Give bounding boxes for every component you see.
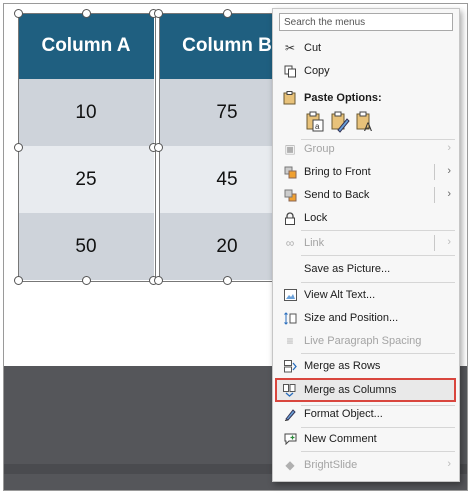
menu-label: BrightSlide — [304, 459, 358, 471]
resize-handle[interactable] — [223, 9, 232, 18]
menu-label: Bring to Front — [304, 166, 371, 178]
menu-separator — [301, 230, 455, 231]
resize-handle[interactable] — [154, 143, 163, 152]
resize-handle[interactable] — [82, 276, 91, 285]
split-divider — [434, 235, 435, 251]
link-icon: ∞ — [285, 236, 295, 250]
menu-item-save-as-picture[interactable]: Save as Picture... — [273, 258, 459, 280]
menu-item-new-comment[interactable]: New Comment — [273, 428, 459, 450]
menu-item-merge-as-columns[interactable]: Merge as Columns — [273, 379, 459, 401]
menu-item-brightslide: ◆ BrightSlide › — [273, 454, 459, 476]
format-object-icon — [283, 407, 297, 421]
context-menu: Search the menus ✂ Cut Copy Paste Option… — [272, 8, 460, 482]
menu-label: Copy — [304, 65, 330, 77]
resize-handle[interactable] — [14, 143, 23, 152]
chevron-right-icon: › — [447, 236, 451, 248]
menu-label: Merge as Columns — [304, 384, 397, 396]
menu-item-live-paragraph-spacing: ≡ Live Paragraph Spacing — [273, 330, 459, 352]
paste-text-only-button[interactable]: A — [355, 111, 375, 134]
menu-label: Size and Position... — [304, 312, 399, 324]
selection-box-a — [18, 13, 156, 282]
chevron-right-icon[interactable]: › — [447, 165, 451, 177]
menu-item-view-alt-text[interactable]: View Alt Text... — [273, 284, 459, 306]
svg-text:a: a — [315, 122, 320, 131]
size-position-icon — [283, 311, 297, 325]
chevron-right-icon: › — [447, 458, 451, 470]
menu-separator — [301, 353, 455, 354]
resize-handle[interactable] — [14, 276, 23, 285]
menu-item-link: ∞ Link › — [273, 232, 459, 254]
menu-label: Link — [304, 237, 325, 249]
menu-item-lock[interactable]: Lock — [273, 207, 459, 229]
menu-separator — [301, 255, 455, 256]
menu-label: View Alt Text... — [304, 289, 376, 301]
lock-icon — [283, 211, 297, 225]
split-divider — [434, 164, 435, 180]
menu-item-send-to-back[interactable]: Send to Back › — [273, 184, 459, 206]
merge-rows-icon — [283, 359, 297, 373]
menu-item-size-position[interactable]: Size and Position... — [273, 307, 459, 329]
brightslide-icon: ◆ — [285, 458, 295, 472]
resize-handle[interactable] — [82, 9, 91, 18]
bring-to-front-icon — [283, 165, 297, 179]
send-to-back-icon — [283, 188, 297, 202]
menu-label: Merge as Rows — [304, 360, 381, 372]
menu-label: Lock — [304, 212, 328, 224]
svg-text:A: A — [364, 120, 372, 133]
scissors-icon: ✂ — [284, 41, 296, 55]
menu-item-format-object[interactable]: Format Object... — [273, 403, 459, 425]
group-icon: ▣ — [284, 142, 296, 156]
menu-item-cut[interactable]: ✂ Cut — [273, 37, 459, 59]
menu-label: Save as Picture... — [304, 263, 391, 275]
resize-handle[interactable] — [154, 276, 163, 285]
menu-label: Send to Back — [304, 189, 370, 201]
menu-label: Live Paragraph Spacing — [304, 335, 422, 347]
menu-separator — [301, 282, 455, 283]
resize-handle[interactable] — [14, 9, 23, 18]
clipboard-icon — [283, 91, 297, 105]
chevron-right-icon[interactable]: › — [447, 188, 451, 200]
menu-item-merge-as-rows[interactable]: Merge as Rows — [273, 355, 459, 377]
resize-handle[interactable] — [223, 276, 232, 285]
menu-label: Format Object... — [304, 408, 383, 420]
menu-separator — [301, 451, 455, 452]
paste-destination-theme-button[interactable] — [330, 111, 350, 133]
alt-text-icon — [283, 288, 297, 302]
copy-icon — [283, 64, 297, 78]
chevron-right-icon: › — [447, 142, 451, 154]
merge-columns-icon — [283, 383, 297, 397]
menu-label: Group — [304, 143, 335, 155]
menu-item-bring-to-front[interactable]: Bring to Front › — [273, 161, 459, 183]
menu-label: Cut — [304, 42, 322, 54]
split-divider — [434, 187, 435, 203]
menu-item-group: ▣ Group › — [273, 138, 459, 160]
menu-item-copy[interactable]: Copy — [273, 60, 459, 82]
menu-label: New Comment — [304, 433, 377, 445]
comment-icon — [283, 432, 297, 446]
paste-options-heading: Paste Options: — [304, 92, 382, 104]
paste-keep-formatting-button[interactable]: a — [305, 111, 325, 133]
resize-handle[interactable] — [154, 9, 163, 18]
paragraph-spacing-icon: ≡ — [286, 334, 294, 348]
menu-search-input[interactable]: Search the menus — [279, 13, 453, 31]
